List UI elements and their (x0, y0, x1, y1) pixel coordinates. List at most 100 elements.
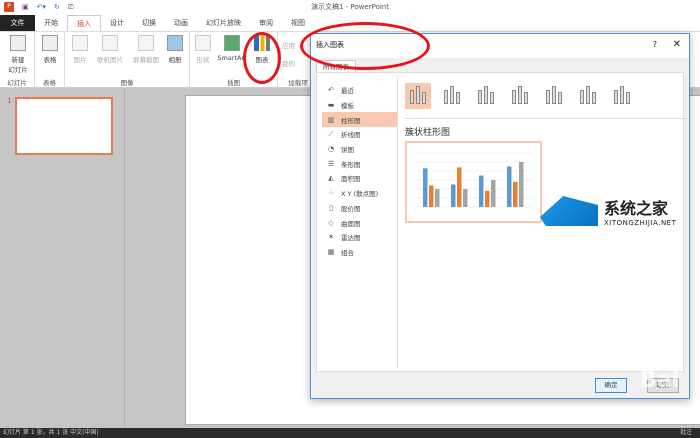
smartart-icon (224, 35, 240, 51)
chart-subtype-0[interactable] (405, 83, 431, 109)
category-icon: ◔ (327, 145, 335, 154)
preview-bar (463, 189, 468, 207)
preview-bar (457, 167, 462, 207)
window-title: 演示文稿1 - PowerPoint (311, 3, 389, 11)
category-icon: ▦ (327, 247, 335, 256)
subtype-bar-icon (450, 86, 454, 104)
shapes-icon (195, 35, 211, 51)
subtype-bar-icon (580, 90, 584, 104)
picture-button[interactable]: 图片 (70, 35, 90, 64)
save-icon[interactable]: ▣ (22, 3, 29, 11)
preview-bar (507, 166, 512, 207)
baidu-watermark: Bai (640, 368, 680, 393)
chart-category-item[interactable]: ▬ 模板 (322, 98, 397, 113)
close-button[interactable]: ✕ (673, 34, 681, 56)
ok-button[interactable]: 确定 (595, 378, 627, 393)
subtype-title: 簇状柱形图 (405, 128, 451, 138)
preview-bar (429, 185, 434, 207)
shapes-button[interactable]: 形状 (193, 35, 213, 64)
chart-subtype-3[interactable] (507, 83, 533, 109)
redo-icon[interactable]: ↻ (54, 3, 60, 11)
preview-bar (519, 162, 524, 207)
chart-category-item[interactable]: ◭ 面积图 (322, 171, 397, 186)
subtype-bar-icon (478, 90, 482, 104)
group-images: 图片 联机图片 屏幕截图 相册 图像 (65, 32, 190, 89)
subtype-bar-icon (512, 90, 516, 104)
table-button[interactable]: 表格 (40, 35, 60, 64)
tab-3[interactable]: 设计 (101, 15, 133, 31)
table-icon (42, 35, 58, 51)
group-tables: 表格 表格 (35, 32, 65, 89)
help-button[interactable]: ? (653, 34, 657, 56)
comments-button[interactable]: 批注 (680, 428, 692, 438)
new-slide-icon (10, 35, 26, 51)
chart-subtype-2[interactable] (473, 83, 499, 109)
chart-category-item[interactable]: ↶ 最近 (322, 83, 397, 98)
group-slides: 新建 幻灯片 幻灯片 (0, 32, 35, 89)
watermark-logo-icon (540, 196, 598, 226)
slide-thumbnail-pane: 1 (0, 88, 125, 428)
preview-chart-svg (417, 152, 532, 208)
tab-4[interactable]: 切换 (133, 15, 165, 31)
chart-category-item[interactable]: ◇ 曲面图 (322, 215, 397, 230)
subtype-bar-icon (518, 86, 522, 104)
subtype-bar-icon (614, 90, 618, 104)
tab-6[interactable]: 幻灯片放映 (197, 15, 250, 31)
tab-1[interactable]: 开始 (35, 15, 67, 31)
chart-category-item[interactable]: ▦ 组合 (322, 245, 397, 260)
chart-category-item[interactable]: ⟋ 折线图 (322, 127, 397, 142)
powerpoint-logo-icon: P (4, 2, 14, 12)
album-button[interactable]: 相册 (165, 35, 185, 64)
slide-thumbnail[interactable] (15, 97, 113, 155)
my-addins-button[interactable]: 我的 (282, 58, 295, 68)
chart-subtype-list (405, 83, 635, 109)
subtype-bar-icon (620, 86, 624, 104)
chart-subtype-1[interactable] (439, 83, 465, 109)
subtype-bar-icon (586, 86, 590, 104)
category-icon: ◭ (328, 174, 334, 183)
tab-8[interactable]: 视图 (282, 15, 314, 31)
tab-5[interactable]: 动画 (165, 15, 197, 31)
album-icon (167, 35, 183, 51)
divider (405, 118, 687, 119)
divider (397, 78, 398, 368)
undo-icon[interactable]: ↶▾ (37, 3, 46, 11)
screenshot-button[interactable]: 屏幕截图 (129, 35, 163, 64)
online-picture-button[interactable]: 联机图片 (93, 35, 127, 64)
preview-bar (423, 168, 428, 207)
chart-subtype-4[interactable] (541, 83, 567, 109)
chart-subtype-6[interactable] (609, 83, 635, 109)
category-icon: ☰ (327, 159, 335, 168)
chart-subtype-5[interactable] (575, 83, 601, 109)
present-icon[interactable]: ⎚ (68, 3, 74, 12)
online-picture-icon (102, 35, 118, 51)
preview-bar (479, 175, 484, 207)
chart-category-item[interactable]: ▥ 柱形图 (322, 112, 397, 128)
subtype-bar-icon (592, 92, 596, 104)
chart-category-item[interactable]: ⁘ X Y (散点图) (322, 186, 397, 201)
tab-2[interactable]: 插入 (67, 15, 101, 31)
subtype-bar-icon (524, 92, 528, 104)
store-button[interactable]: 应用 (282, 40, 295, 50)
chart-category-list: ↶ 最近 ▬ 模板 ▥ 柱形图 ⟋ 折线图 ◔ 饼图 ☰ 条形图 ◭ 面积图 ⁘ X Y (散点图) ▯ 股价图 ◇… (322, 83, 397, 259)
category-icon: ▯ (329, 203, 333, 212)
highlight-circle-chart (243, 32, 281, 84)
category-icon: ⁘ (328, 189, 334, 198)
tab-7[interactable]: 审阅 (250, 15, 282, 31)
subtype-bar-icon (558, 92, 562, 104)
chart-category-item[interactable]: ☰ 条形图 (322, 156, 397, 171)
tab-0[interactable]: 文件 (0, 15, 35, 31)
camera-icon (138, 35, 154, 51)
preview-bar (485, 190, 490, 207)
subtype-bar-icon (546, 90, 550, 104)
preview-bar (435, 189, 440, 207)
new-slide-button[interactable]: 新建 幻灯片 (4, 35, 32, 74)
chart-category-item[interactable]: ▯ 股价图 (322, 201, 397, 216)
preview-bar (491, 180, 496, 207)
chart-category-item[interactable]: ✶ 雷达图 (322, 230, 397, 245)
title-bar: P ▣ ↶▾ ↻ ⎚ 演示文稿1 - PowerPoint (0, 0, 700, 14)
subtype-bar-icon (552, 86, 556, 104)
watermark: 系统之家 XITONGZHIJIA.NET (540, 195, 676, 227)
chart-category-item[interactable]: ◔ 饼图 (322, 142, 397, 157)
chart-preview[interactable] (405, 141, 542, 223)
